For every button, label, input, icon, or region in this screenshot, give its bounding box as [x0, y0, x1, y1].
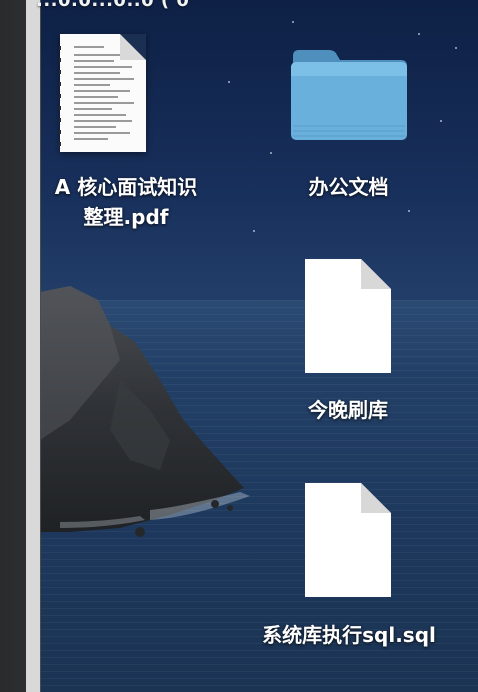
file-label-tonight: 今晚刷库	[308, 398, 388, 422]
partial-window-title: ...0.0...0..0 ( 0'	[36, 0, 196, 11]
pdf-document-item[interactable]: A 核心面试知识 整理.pdf	[26, 172, 226, 232]
pdf-document-label-line1: A 核心面试知识	[54, 175, 198, 199]
file-icon[interactable]	[303, 481, 393, 599]
desktop-background: ...0.0...0..0 ( 0' A 核心面试知识 整理.pdf 办公文档 …	[0, 0, 478, 692]
spiral-binding-icon	[59, 46, 61, 146]
window-edge	[0, 0, 41, 692]
file-item-tonight[interactable]: 今晚刷库	[288, 395, 408, 425]
folder-icon[interactable]	[289, 46, 409, 141]
file-label-sql: 系统库执行sql.sql	[262, 623, 436, 647]
pdf-document-icon[interactable]	[59, 34, 146, 152]
window-edge-light	[26, 0, 40, 692]
folder-label: 办公文档	[308, 175, 389, 199]
file-icon[interactable]	[303, 257, 393, 375]
file-item-sql[interactable]: 系统库执行sql.sql	[244, 620, 454, 650]
page-fold	[120, 34, 146, 60]
pdf-document-label-line2: 整理.pdf	[83, 205, 169, 229]
folder-item[interactable]: 办公文档	[286, 172, 411, 202]
